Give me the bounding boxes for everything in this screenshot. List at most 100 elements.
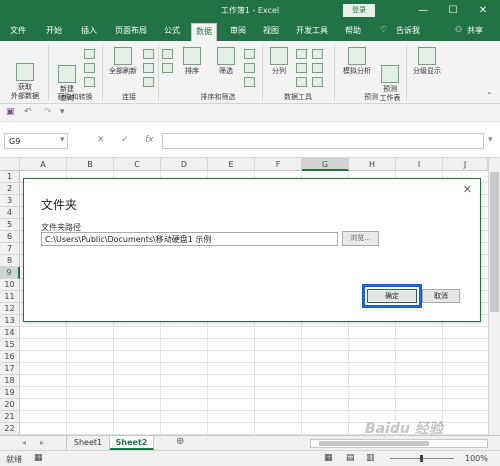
remove-duplicates-icon[interactable]: [296, 63, 307, 73]
tab-page-layout[interactable]: 页面布局: [115, 25, 147, 36]
redo-icon[interactable]: ↷: [44, 107, 52, 117]
zoom-slider[interactable]: [390, 455, 454, 462]
minimize-button[interactable]: —: [410, 2, 436, 20]
page-break-view-icon[interactable]: ▥: [366, 453, 375, 463]
column-header[interactable]: I: [396, 158, 443, 171]
row-header[interactable]: 6: [0, 231, 20, 243]
forecast-sheet-button[interactable]: 预测 工作表: [376, 47, 404, 112]
login-button[interactable]: 登录: [343, 4, 375, 17]
page-layout-view-icon[interactable]: ▤: [346, 453, 355, 463]
cancel-icon[interactable]: ✕: [97, 135, 105, 145]
clear-filter-icon[interactable]: [244, 49, 255, 59]
insert-function-icon[interactable]: fx: [145, 135, 154, 145]
column-header[interactable]: A: [20, 158, 67, 171]
tab-formulas[interactable]: 公式: [164, 25, 180, 36]
horizontal-scrollbar-thumb[interactable]: [319, 441, 429, 446]
column-header[interactable]: E: [208, 158, 255, 171]
ok-button[interactable]: 确定: [367, 289, 417, 303]
sort-button[interactable]: 排序: [178, 47, 206, 76]
normal-view-icon[interactable]: ▦: [324, 453, 333, 463]
row-header[interactable]: 18: [0, 375, 20, 387]
row-header[interactable]: 14: [0, 327, 20, 339]
text-to-columns-button[interactable]: 分列: [266, 47, 292, 76]
collapse-ribbon-icon[interactable]: ⌃: [486, 91, 493, 100]
cancel-button[interactable]: 取消: [422, 289, 460, 303]
filter-button[interactable]: 筛选: [212, 47, 240, 76]
row-header[interactable]: 1: [0, 171, 20, 183]
sort-az-icon[interactable]: [162, 49, 173, 59]
row-header[interactable]: 5: [0, 219, 20, 231]
column-header[interactable]: H: [349, 158, 396, 171]
refresh-all-button[interactable]: 全部刷新: [104, 47, 142, 76]
scroll-right-icon[interactable]: ▸: [40, 438, 44, 447]
save-icon[interactable]: ▣: [6, 107, 15, 117]
row-header[interactable]: 4: [0, 207, 20, 219]
row-header[interactable]: 11: [0, 291, 20, 303]
flash-fill-icon[interactable]: [296, 49, 307, 59]
tab-data[interactable]: 数据: [191, 23, 217, 41]
row-header[interactable]: 8: [0, 255, 20, 267]
tab-home[interactable]: 开始: [46, 25, 62, 36]
row-header[interactable]: 17: [0, 363, 20, 375]
properties-icon[interactable]: [143, 63, 154, 73]
scrollbar-thumb[interactable]: [490, 172, 499, 312]
column-header[interactable]: B: [67, 158, 114, 171]
from-table-icon[interactable]: [84, 63, 95, 73]
row-header-selected[interactable]: 9: [0, 267, 20, 279]
row-header[interactable]: 20: [0, 399, 20, 411]
recent-sources-icon[interactable]: [84, 77, 95, 87]
row-header[interactable]: 3: [0, 195, 20, 207]
tab-review[interactable]: 审阅: [230, 25, 246, 36]
zoom-slider-thumb[interactable]: [420, 455, 423, 462]
macro-record-icon[interactable]: ▦: [34, 453, 43, 463]
what-if-button[interactable]: 模拟分析: [338, 47, 376, 76]
data-model-icon[interactable]: [312, 77, 323, 87]
vertical-scrollbar[interactable]: [488, 158, 500, 435]
consolidate-icon[interactable]: [312, 49, 323, 59]
scroll-left-icon[interactable]: ◂: [22, 438, 26, 447]
share-button[interactable]: 共享: [467, 25, 483, 36]
browse-button[interactable]: 浏览...: [342, 231, 379, 246]
customize-qat-icon[interactable]: ▾: [60, 107, 65, 117]
new-query-button[interactable]: 新建 查询: [52, 47, 82, 112]
formula-input[interactable]: [162, 133, 484, 149]
zoom-level[interactable]: 100%: [465, 454, 488, 463]
connections-icon[interactable]: [143, 49, 154, 59]
show-queries-icon[interactable]: [84, 49, 95, 59]
sort-za-icon[interactable]: [162, 63, 173, 73]
reapply-icon[interactable]: [244, 63, 255, 73]
column-header-selected[interactable]: G: [302, 158, 349, 171]
tab-file[interactable]: 文件: [10, 25, 26, 36]
advanced-filter-icon[interactable]: [244, 77, 255, 87]
enter-icon[interactable]: ✓: [121, 135, 129, 145]
column-header[interactable]: D: [161, 158, 208, 171]
row-header[interactable]: 19: [0, 387, 20, 399]
row-header[interactable]: 2: [0, 183, 20, 195]
undo-icon[interactable]: ↶: [24, 107, 32, 117]
relationships-icon[interactable]: [312, 63, 323, 73]
restore-button[interactable]: ☐: [440, 2, 466, 20]
tab-insert[interactable]: 插入: [81, 25, 97, 36]
column-header[interactable]: F: [255, 158, 302, 171]
name-box[interactable]: G9: [4, 133, 68, 149]
row-header[interactable]: 10: [0, 279, 20, 291]
column-header[interactable]: C: [114, 158, 161, 171]
dialog-close-icon[interactable]: ✕: [463, 183, 472, 196]
outline-button[interactable]: 分级显示: [408, 47, 446, 76]
edit-links-icon[interactable]: [143, 77, 154, 87]
expand-formula-icon[interactable]: ▾: [488, 135, 493, 145]
data-validation-icon[interactable]: [296, 77, 307, 87]
row-header[interactable]: 7: [0, 243, 20, 255]
row-header[interactable]: 15: [0, 339, 20, 351]
tellme-box[interactable]: 告诉我: [396, 25, 420, 36]
name-box-dropdown-icon[interactable]: ▾: [60, 135, 65, 145]
tab-help[interactable]: 帮助: [345, 25, 361, 36]
close-button[interactable]: ✕: [470, 2, 496, 20]
tab-view[interactable]: 视图: [263, 25, 279, 36]
row-header[interactable]: 21: [0, 411, 20, 423]
row-header[interactable]: 22: [0, 423, 20, 435]
sheet-tab-active[interactable]: Sheet2: [110, 436, 154, 450]
column-header[interactable]: J: [443, 158, 488, 171]
row-header[interactable]: 13: [0, 315, 20, 327]
tab-developer[interactable]: 开发工具: [296, 25, 328, 36]
